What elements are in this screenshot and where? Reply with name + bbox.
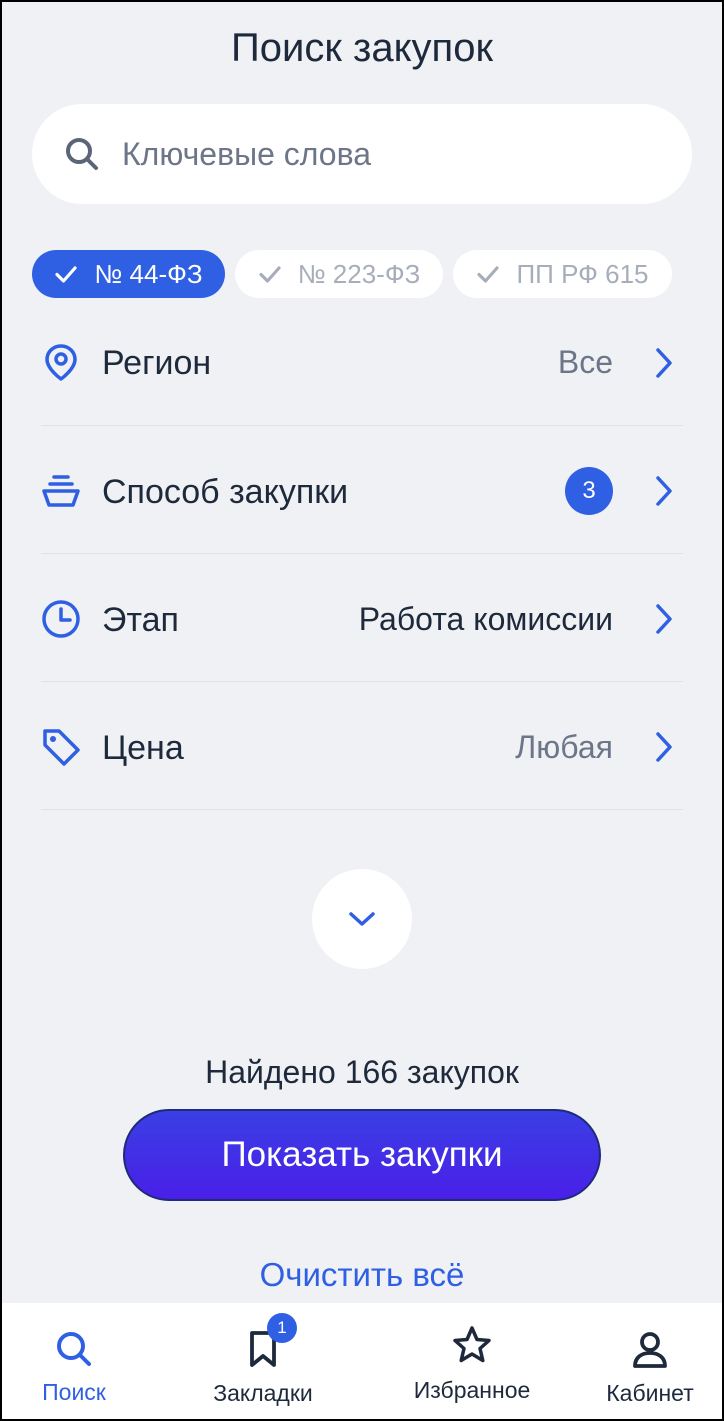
bookmarks-badge: 1 [267,1313,297,1343]
chevron-right-icon [656,348,672,378]
search-input[interactable] [122,135,642,173]
chevron-right-icon [656,732,672,762]
chevron-right-icon [656,476,672,506]
filter-value: Любая [515,729,613,765]
star-icon [453,1326,491,1363]
filter-row-price[interactable]: Цена Любая [41,682,683,810]
tab-label: Кабинет [606,1380,694,1406]
chip-pp-rf-615[interactable]: ПП РФ 615 [453,250,672,298]
filter-label: Цена [102,729,184,767]
chevron-down-icon [349,912,375,926]
check-icon [259,266,281,283]
chevron-right-icon [656,604,672,634]
tab-search[interactable]: Поиск [24,1303,124,1419]
location-pin-icon [45,344,77,381]
tab-cabinet[interactable]: Кабинет [600,1303,700,1419]
show-purchases-button[interactable]: Показать закупки [123,1109,601,1201]
count-badge: 3 [565,467,613,515]
user-icon [633,1332,667,1368]
tab-label: Избранное [413,1377,531,1403]
expand-filters-button[interactable] [312,869,412,969]
check-icon [55,266,78,283]
page-title: Поиск закупок [231,26,493,70]
clock-icon [42,600,80,638]
check-icon [477,266,500,283]
bowl-icon [42,475,80,507]
chip-label: ПП РФ 615 [516,258,649,289]
filter-label: Способ закупки [102,473,349,511]
search-icon [66,138,98,170]
search-bar[interactable] [32,104,692,204]
tab-label: Поиск [42,1379,106,1405]
filter-value: Все [557,344,613,380]
filter-row-region[interactable]: Регион Все [41,298,683,426]
clear-all-link[interactable]: Очистить всё [0,1256,724,1294]
tab-favorites[interactable]: Избранное [410,1303,534,1419]
filter-label: Этап [102,601,179,639]
filter-value: Работа комиссии [358,601,613,637]
filter-label: Регион [102,344,212,382]
bottom-tab-bar: Поиск 1 Закладки Избранное Кабинет [2,1303,722,1419]
tab-label: Закладки [213,1380,313,1406]
price-tag-icon [43,729,80,766]
chip-44-fz[interactable]: № 44-ФЗ [32,250,225,298]
search-icon [57,1332,91,1366]
filter-row-stage[interactable]: Этап Работа комиссии [41,554,683,682]
tab-bookmarks[interactable]: 1 Закладки [201,1303,325,1419]
chip-223-fz[interactable]: № 223-ФЗ [235,250,443,298]
filter-row-method[interactable]: Способ закупки 3 [41,426,683,554]
chip-label: № 44-ФЗ [94,258,203,289]
chip-label: № 223-ФЗ [297,258,421,289]
results-count: Найдено 166 закупок [205,1054,519,1090]
